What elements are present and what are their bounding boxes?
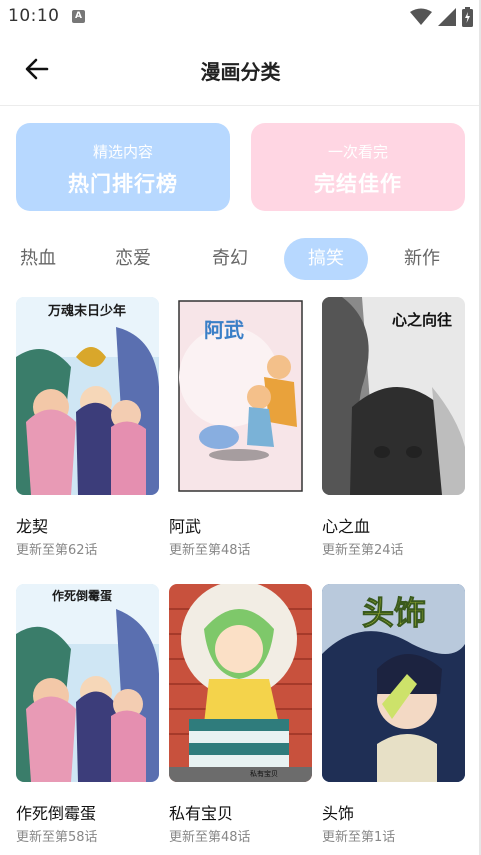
comic-title: 作死倒霉蛋 <box>16 804 97 823</box>
comic-update: 更新至第48话 <box>169 543 251 558</box>
comic-update: 更新至第48话 <box>169 830 251 845</box>
comic-title: 心之血 <box>322 517 371 536</box>
comic-card[interactable]: 私有宝贝 私有宝贝 更新至第48话 <box>169 584 312 845</box>
banner-subtitle: 精选内容 <box>92 143 153 161</box>
comic-cover: 阿武 <box>169 297 312 495</box>
banner-title: 热门排行榜 <box>68 172 178 196</box>
comic-cover: 作死倒霉蛋 <box>16 584 159 782</box>
cover-title: 万魂末日少年 <box>47 303 126 319</box>
tab-lianai[interactable]: 恋爱 <box>91 238 175 280</box>
app-header: 漫画分类 <box>0 34 481 106</box>
comic-update: 更新至第1话 <box>322 830 396 845</box>
tab-xinzuo[interactable]: 新作 <box>380 238 464 280</box>
cover-title: 阿武 <box>204 318 244 342</box>
comic-title: 阿武 <box>169 517 202 536</box>
tab-rexue[interactable]: 热血 <box>0 238 80 280</box>
cover-title: 心之向往 <box>392 311 452 329</box>
comic-card[interactable]: 万魂末日少年 龙契 更新至第62话 <box>16 297 159 558</box>
notification-icon: A <box>72 10 85 23</box>
comic-update: 更新至第24话 <box>322 543 404 558</box>
status-time: 10:10 <box>8 6 60 26</box>
cover-title: 作死倒霉蛋 <box>52 588 112 603</box>
status-icons <box>410 6 473 28</box>
cover-title: 私有宝贝 <box>250 769 278 778</box>
comic-title: 私有宝贝 <box>169 804 234 823</box>
comic-card[interactable]: 阿武 阿武 更新至第48话 <box>169 297 312 558</box>
comic-update: 更新至第62话 <box>16 543 98 558</box>
comic-cover: 万魂末日少年 <box>16 297 159 495</box>
banner-title: 完结佳作 <box>314 172 402 196</box>
signal-icon <box>438 8 456 26</box>
battery-icon <box>462 7 473 27</box>
comic-card[interactable]: 作死倒霉蛋 作死倒霉蛋 更新至第58话 <box>16 584 159 845</box>
hot-ranking-banner[interactable]: 精选内容 热门排行榜 <box>16 123 230 211</box>
comic-card[interactable]: 心之向往 心之血 更新至第24话 <box>322 297 465 558</box>
comic-card[interactable]: 头饰 头饰 更新至第1话 <box>322 584 465 845</box>
comic-cover: 头饰 <box>322 584 465 782</box>
status-bar: 10:10 A <box>0 0 481 34</box>
comic-cover: 私有宝贝 <box>169 584 312 782</box>
tab-qihuan[interactable]: 奇幻 <box>188 238 272 280</box>
page-title: 漫画分类 <box>200 60 281 84</box>
comic-title: 头饰 <box>322 804 355 823</box>
cover-title: 头饰 <box>362 594 426 632</box>
comic-title: 龙契 <box>16 517 49 536</box>
wifi-icon <box>410 8 432 25</box>
category-tabs: 热血 恋爱 奇幻 搞笑 新作 <box>0 238 481 280</box>
comic-cover: 心之向往 <box>322 297 465 495</box>
banner-subtitle: 一次看完 <box>327 143 388 161</box>
completed-works-banner[interactable]: 一次看完 完结佳作 <box>251 123 465 211</box>
comic-update: 更新至第58话 <box>16 830 98 845</box>
tab-gaoxiao[interactable]: 搞笑 <box>284 238 368 280</box>
